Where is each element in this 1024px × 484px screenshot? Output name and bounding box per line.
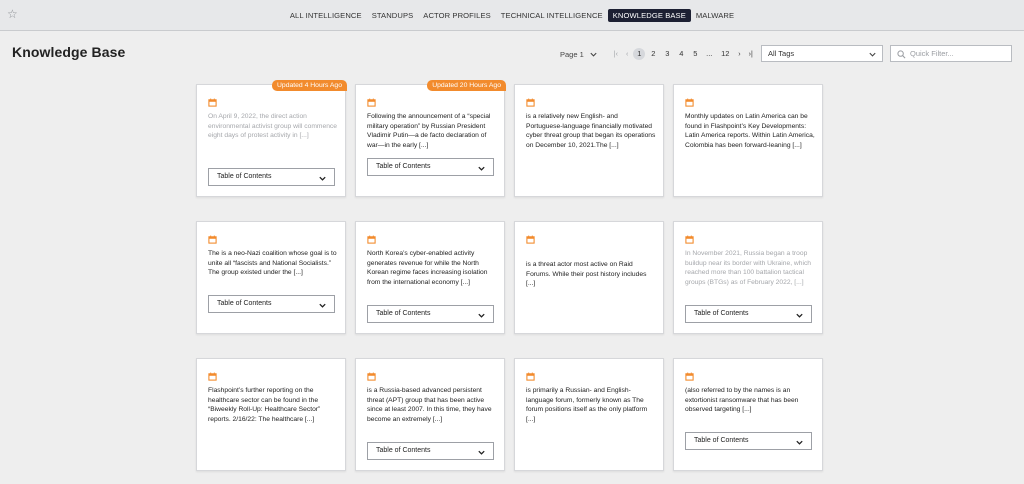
table-of-contents-dropdown[interactable]: Table of Contents <box>367 442 494 460</box>
toc-label: Table of Contents <box>217 173 272 180</box>
card-summary: is a threat actor most active on Raid Fo… <box>526 261 647 288</box>
toc-label: Table of Contents <box>376 447 431 454</box>
tab-technical-intelligence[interactable]: TECHNICAL INTELLIGENCE <box>496 9 608 22</box>
tab-all-intelligence[interactable]: ALL INTELLIGENCE <box>285 9 367 22</box>
tags-select[interactable]: All Tags <box>761 45 883 62</box>
calendar-icon <box>367 235 376 244</box>
chevron-down-icon <box>869 52 876 57</box>
card-summary: The is a neo-Nazi coalition whose goal i… <box>208 250 337 277</box>
chevron-down-icon <box>478 313 485 318</box>
card-summary: (also referred to by the names is an ext… <box>685 387 799 414</box>
page-number-3[interactable]: 3 <box>661 48 673 60</box>
calendar-icon <box>685 98 694 107</box>
previous-page-button[interactable]: ‹ <box>626 51 628 58</box>
card-summary: Following the announcement of a “special… <box>367 113 491 149</box>
quick-filter-input[interactable]: Quick Filter... <box>890 45 1012 62</box>
card-summary: In November 2021, Russia began a troop b… <box>685 250 812 286</box>
chevron-down-icon <box>319 303 326 308</box>
table-of-contents-dropdown[interactable]: Table of Contents <box>208 295 335 313</box>
calendar-icon <box>367 98 376 107</box>
card-summary: is primarily a Russian- and English-lang… <box>526 387 648 423</box>
tags-select-value: All Tags <box>768 49 795 58</box>
updated-badge: Updated 4 Hours Ago <box>272 80 347 91</box>
calendar-icon <box>526 235 535 244</box>
quick-filter-placeholder: Quick Filter... <box>910 49 954 58</box>
page-ellipsis: ... <box>706 49 713 58</box>
first-page-button[interactable]: |‹ <box>614 51 618 58</box>
page-select[interactable]: Page 1 <box>560 50 598 59</box>
page-title: Knowledge Base <box>12 44 126 60</box>
section-tabs: ALL INTELLIGENCE STANDUPS ACTOR PROFILES… <box>0 9 1024 25</box>
calendar-icon <box>208 98 217 107</box>
knowledge-card[interactable]: The is a neo-Nazi coalition whose goal i… <box>196 221 346 334</box>
toc-label: Table of Contents <box>217 300 272 307</box>
chevron-down-icon <box>478 450 485 455</box>
updated-badge: Updated 20 Hours Ago <box>427 80 506 91</box>
knowledge-card[interactable]: is primarily a Russian- and English-lang… <box>514 358 664 471</box>
table-of-contents-dropdown[interactable]: Table of Contents <box>685 432 812 450</box>
last-page-button[interactable]: ›| <box>749 51 753 58</box>
knowledge-card[interactable]: Flashpoint’s further reporting on the he… <box>196 358 346 471</box>
knowledge-card[interactable]: is a relatively new English- and Portugu… <box>514 84 664 197</box>
next-page-button[interactable]: › <box>738 51 740 58</box>
knowledge-card[interactable]: (also referred to by the names is an ext… <box>673 358 823 471</box>
page-number-5[interactable]: 5 <box>689 48 701 60</box>
card-summary: North Korea’s cyber-enabled activity gen… <box>367 250 488 286</box>
calendar-icon <box>526 98 535 107</box>
calendar-icon <box>685 235 694 244</box>
card-summary: Monthly updates on Latin America can be … <box>685 113 815 149</box>
page-select-label: Page 1 <box>560 49 584 59</box>
tab-malware[interactable]: MALWARE <box>691 9 739 22</box>
toc-label: Table of Contents <box>694 437 749 444</box>
card-summary: Flashpoint’s further reporting on the he… <box>208 387 321 423</box>
chevron-down-icon <box>796 440 803 445</box>
table-of-contents-dropdown[interactable]: Table of Contents <box>685 305 812 323</box>
calendar-icon <box>367 372 376 381</box>
knowledge-card[interactable]: is a threat actor most active on Raid Fo… <box>514 221 664 334</box>
page-number-4[interactable]: 4 <box>675 48 687 60</box>
page-number-2[interactable]: 2 <box>647 48 659 60</box>
page-number-12[interactable]: 12 <box>717 48 733 60</box>
calendar-icon <box>208 235 217 244</box>
calendar-icon <box>685 372 694 381</box>
toc-label: Table of Contents <box>376 310 431 317</box>
table-of-contents-dropdown[interactable]: Table of Contents <box>367 158 494 176</box>
search-icon <box>897 50 906 59</box>
card-summary: is a relatively new English- and Portugu… <box>526 113 656 149</box>
chevron-down-icon <box>796 313 803 318</box>
table-of-contents-dropdown[interactable]: Table of Contents <box>208 168 335 186</box>
card-summary: On April 9, 2022, the direct action envi… <box>208 113 337 140</box>
card-summary: is a Russia-based advanced persistent th… <box>367 387 492 423</box>
toc-label: Table of Contents <box>376 163 431 170</box>
knowledge-card[interactable]: Updated 4 Hours Ago On April 9, 2022, th… <box>196 80 347 197</box>
knowledge-card[interactable]: Updated 20 Hours Ago Following the annou… <box>355 80 506 197</box>
chevron-down-icon <box>319 176 326 181</box>
tab-knowledge-base[interactable]: KNOWLEDGE BASE <box>607 9 691 22</box>
tab-actor-profiles[interactable]: ACTOR PROFILES <box>418 9 496 22</box>
top-navigation-bar: ☆ ALL INTELLIGENCE STANDUPS ACTOR PROFIL… <box>0 0 1024 31</box>
knowledge-card[interactable]: is a Russia-based advanced persistent th… <box>355 358 505 471</box>
chevron-down-icon <box>478 166 485 171</box>
table-of-contents-dropdown[interactable]: Table of Contents <box>367 305 494 323</box>
calendar-icon <box>526 372 535 381</box>
knowledge-card[interactable]: In November 2021, Russia began a troop b… <box>673 221 823 334</box>
pagination: Page 1 |‹ ‹ 1 2 3 4 5 ... 12 › ›| <box>560 47 757 61</box>
tab-standups[interactable]: STANDUPS <box>367 9 419 22</box>
chevron-down-icon <box>590 52 597 57</box>
page-number-1[interactable]: 1 <box>633 48 646 60</box>
toc-label: Table of Contents <box>694 310 749 317</box>
calendar-icon <box>208 372 217 381</box>
knowledge-card[interactable]: North Korea’s cyber-enabled activity gen… <box>355 221 505 334</box>
knowledge-card[interactable]: Monthly updates on Latin America can be … <box>673 84 823 197</box>
